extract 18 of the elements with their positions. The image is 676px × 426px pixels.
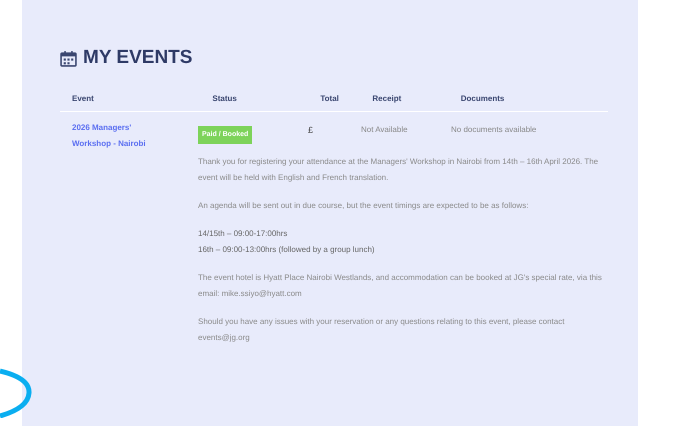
details-paragraph: The event hotel is Hyatt Place Nairobi Westlands, and accommodation can be booked at JG's special rate, via this email: mike.ssiyo@hyatt.com	[198, 272, 603, 300]
column-header: Status	[212, 92, 238, 104]
schedule-line: 16th – 09:00-13:00hrs (followed by a group lunch)	[198, 244, 376, 256]
column-header: Receipt	[372, 92, 402, 104]
event-link[interactable]: 2026 Managers' Workshop - Nairobi	[72, 120, 172, 152]
column-header: Event	[72, 92, 95, 104]
details-paragraph: Should you have any issues with your reservation or any questions relating to this event, please contact events@jg.org	[198, 316, 566, 344]
highlight-arc	[0, 368, 34, 418]
calendar-icon	[60, 50, 77, 67]
details-paragraph: An agenda will be sent out in due course, but the event timings are expected to be as follows:	[198, 200, 530, 212]
details-paragraph: Thank you for registering your attendance at the Managers' Workshop in Nairobi from 14th – 16th April 2026. The event will be held with English and French translation.	[198, 156, 600, 184]
schedule-line: 14/15th – 09:00-17:00hrs	[198, 228, 288, 240]
column-header: Total	[320, 92, 340, 104]
receipt-value: Not Available	[361, 124, 409, 136]
documents-value: No documents available	[451, 124, 536, 136]
column-header: Documents	[460, 92, 506, 104]
total-value: £	[308, 124, 314, 136]
section-title: MY EVENTS	[83, 46, 192, 70]
